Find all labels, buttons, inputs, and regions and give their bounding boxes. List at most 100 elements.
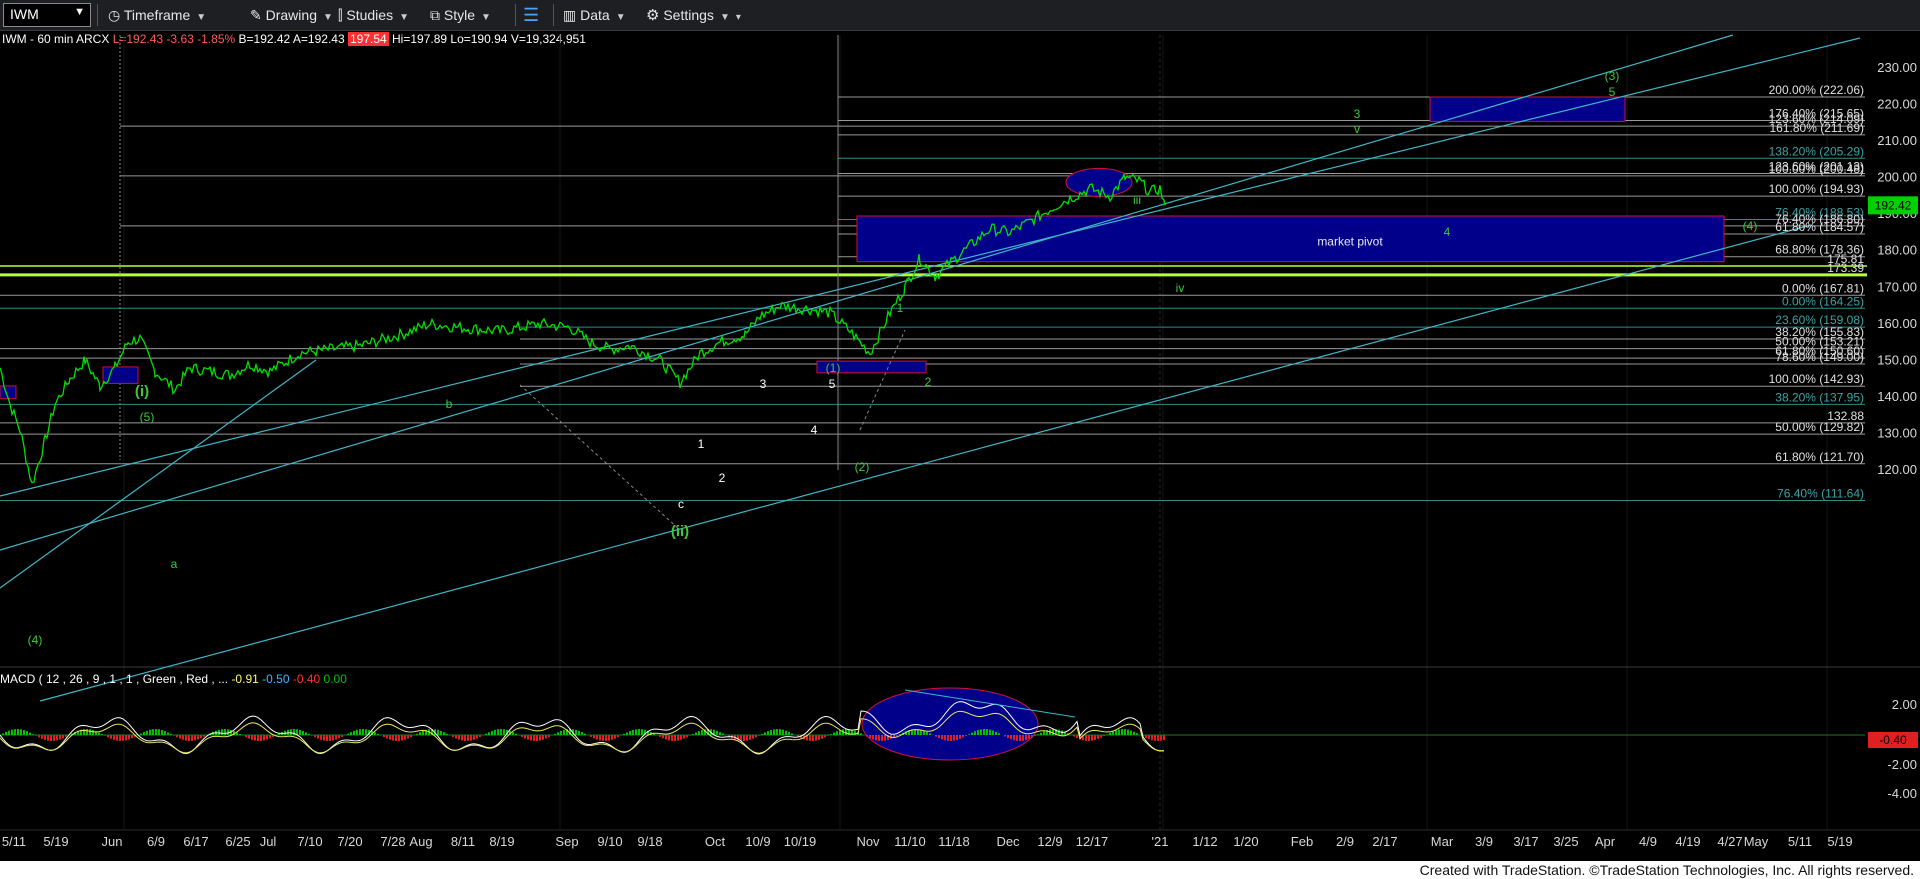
timeframe-menu[interactable]: ◷ Timeframe ▼: [108, 5, 206, 25]
clock-icon: ◷: [108, 7, 121, 23]
wave-label: 4: [811, 423, 818, 437]
channel-line: [39, 224, 1812, 702]
drawing-menu[interactable]: ✎ Drawing ▼: [250, 5, 333, 25]
time-tick: Aug: [409, 834, 432, 849]
studies-icon: ⫿: [338, 7, 343, 23]
time-tick: May: [1744, 834, 1769, 849]
annotation-boxes: market pivot: [0, 96, 1725, 400]
price-axis[interactable]: 230.00220.00210.00200.00190.00180.00170.…: [1868, 60, 1918, 477]
fib-label: 200.00% (222.06): [1769, 83, 1864, 97]
time-tick: 2/17: [1372, 834, 1397, 849]
price-tick: 210.00: [1877, 133, 1917, 148]
footer-credit: Created with TradeStation. ©TradeStation…: [1419, 862, 1914, 878]
macd-label: MACD ( 12 , 26 , 9 , 1 , 1 , Green , Red…: [0, 672, 229, 686]
caret-down-icon: ▼: [322, 12, 333, 23]
macd-value-2: -0.50: [262, 672, 290, 686]
time-tick: 2/9: [1336, 834, 1354, 849]
wave-label: (ii): [671, 523, 689, 540]
settings-label: Settings: [663, 7, 714, 23]
caret-down-icon: ▼: [615, 12, 626, 23]
fib-label: 100.00% (142.93): [1769, 372, 1864, 386]
dashed-wave-line: [519, 384, 681, 531]
wave-label: b: [446, 397, 453, 411]
time-tick: 3/9: [1475, 834, 1493, 849]
time-tick: 10/9: [745, 834, 770, 849]
time-tick: 8/11: [451, 834, 475, 849]
time-tick: 5/19: [43, 834, 68, 849]
time-tick: 5/11: [2, 834, 26, 849]
time-tick: 12/9: [1037, 834, 1062, 849]
market-pivot-label: market pivot: [1317, 235, 1383, 249]
channel-line: [0, 37, 1861, 497]
fib-label: 38.20% (137.95): [1775, 390, 1864, 404]
fib-label: 100.00% (194.93): [1769, 182, 1864, 196]
timeframe-label: Timeframe: [123, 7, 191, 23]
price-tick: 150.00: [1877, 352, 1917, 367]
style-menu[interactable]: ⧉ Style ▼: [430, 5, 491, 25]
price-tick: 230.00: [1877, 60, 1917, 75]
price-tick: 160.00: [1877, 316, 1917, 331]
wave-label: (2): [855, 460, 870, 474]
time-tick: 11/10: [894, 834, 926, 849]
data-icon: ▥: [563, 7, 577, 23]
wave-label: c: [678, 497, 684, 511]
wave-label: (5): [140, 410, 155, 424]
market-pivot-box: [856, 215, 1725, 263]
fib-label: 76.40% (111.64): [1777, 487, 1864, 501]
time-tick: Nov: [856, 834, 880, 849]
macd-value-1: -0.91: [231, 672, 259, 686]
price-tick: 220.00: [1877, 97, 1917, 112]
macd-pane[interactable]: 2.00 -2.00 -4.00 -0.40: [0, 687, 1918, 801]
data-menu[interactable]: ▥ Data ▼: [563, 5, 626, 25]
caret-down-icon: ▾: [735, 12, 741, 23]
price-tick: 130.00: [1877, 425, 1917, 440]
time-tick: 3/25: [1553, 834, 1578, 849]
fib-label: 61.80% (184.57): [1775, 220, 1864, 234]
target-box: [1429, 96, 1626, 122]
gear-icon: ⚙: [646, 7, 660, 24]
time-tick: 9/18: [637, 834, 662, 849]
time-tick: 9/10: [597, 834, 622, 849]
drawing-label: Drawing: [265, 7, 317, 23]
price-chart[interactable]: market pivot (3)53viii4 (4)iv12(1)53412(2…: [0, 30, 1920, 861]
time-tick: 6/9: [147, 834, 165, 849]
time-tick: 1/20: [1233, 834, 1258, 849]
footer: Created with TradeStation. ©TradeStation…: [0, 861, 1920, 879]
channel-line: [0, 359, 317, 589]
macd-tick: 2.00: [1892, 697, 1917, 712]
studies-label: Studies: [346, 7, 394, 23]
settings-menu[interactable]: ⚙ Settings ▼ ▾: [646, 5, 741, 25]
fib-label: 161.80% (211.69): [1769, 121, 1864, 135]
fibonacci-labels: 200.00% (222.06)176.40% (215.65)123.60% …: [1769, 83, 1865, 501]
macd-value-4: 0.00: [323, 672, 347, 686]
time-tick: 1/12: [1192, 834, 1217, 849]
time-tick: 12/17: [1076, 834, 1109, 849]
symbol-selector[interactable]: IWM ▼: [3, 3, 91, 27]
data-label: Data: [580, 7, 610, 23]
caret-down-icon: ▼: [196, 12, 207, 23]
wave-label: 5: [1609, 85, 1616, 99]
wave-label: 3: [760, 377, 767, 391]
time-tick: 4/9: [1639, 834, 1657, 849]
time-tick: 5/11: [1788, 834, 1812, 849]
wave-label: v: [1354, 122, 1360, 136]
time-tick: 8/19: [489, 834, 514, 849]
layout-icon[interactable]: ☰: [523, 5, 539, 25]
fib-label: 0.00% (164.25): [1782, 294, 1864, 308]
macd-current-label: -0.40: [1879, 733, 1907, 747]
time-tick: 6/17: [183, 834, 208, 849]
time-axis[interactable]: 5/11 5/19 Jun 6/9 6/17 6/25 Jul 7/10 7/20 7/28 Aug…: [0, 829, 1920, 849]
toolbar-divider: [97, 4, 98, 26]
time-tick: Apr: [1595, 834, 1616, 849]
price-tick: 140.00: [1877, 389, 1917, 404]
wave-label: iv: [1176, 281, 1185, 295]
wave-label: iii: [1133, 193, 1141, 207]
style-label: Style: [443, 7, 476, 23]
fib-label: 50.00% (129.82): [1775, 420, 1864, 434]
studies-menu[interactable]: ⫿ Studies ▼: [338, 5, 409, 25]
toolbar-divider: [553, 4, 554, 26]
time-tick: 11/18: [938, 834, 970, 849]
time-tick: 10/19: [784, 834, 817, 849]
fib-label: 0.00% (167.81): [1782, 281, 1864, 295]
time-tick: 6/25: [225, 834, 250, 849]
